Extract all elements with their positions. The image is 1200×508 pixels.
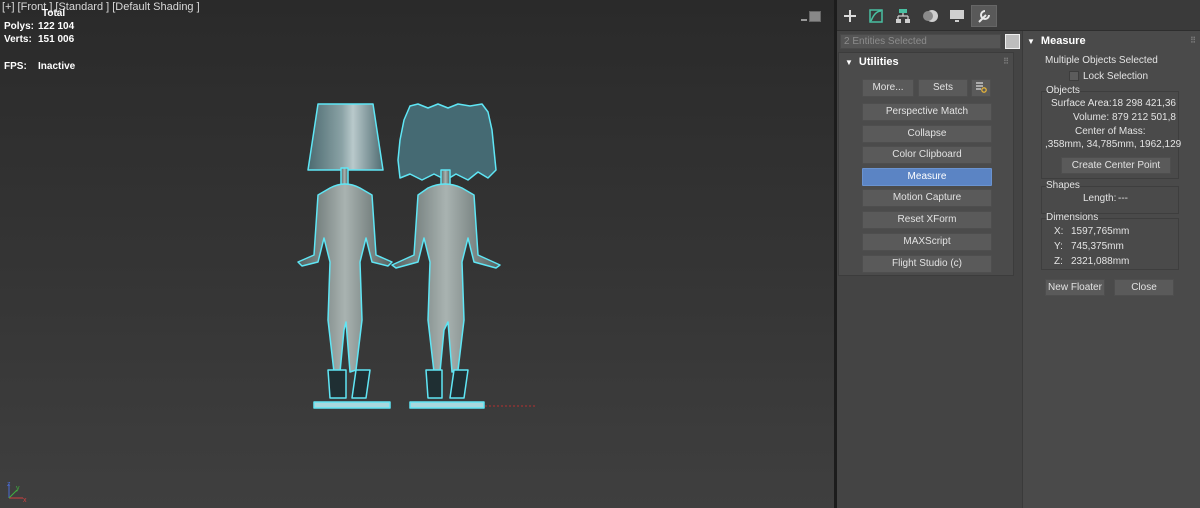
collapse-arrow-icon: ▼ bbox=[845, 58, 853, 67]
sets-button[interactable]: Sets bbox=[918, 79, 968, 97]
verts-label: Verts: bbox=[4, 34, 32, 45]
selection-name-field[interactable]: 2 Entities Selected bbox=[840, 34, 1001, 49]
selection-status: Multiple Objects Selected bbox=[1045, 55, 1158, 66]
tab-modify[interactable] bbox=[863, 5, 889, 27]
utility-flight-studio-button[interactable]: Flight Studio (c) bbox=[862, 255, 992, 273]
utility-color-clipboard-button[interactable]: Color Clipboard bbox=[862, 146, 992, 164]
figure-fluffy-shade-model[interactable] bbox=[391, 103, 501, 409]
gizmo-z-label: z bbox=[7, 481, 11, 488]
dim-z-value: 2321,088mm bbox=[1071, 256, 1130, 267]
more-button[interactable]: More... bbox=[862, 79, 914, 97]
utility-measure-button[interactable]: Measure bbox=[862, 168, 992, 186]
center-of-mass-value: ,358mm, 34,785mm, 1962,129 bbox=[1045, 139, 1182, 150]
object-color-swatch[interactable] bbox=[1005, 34, 1020, 49]
dim-x-value: 1597,765mm bbox=[1071, 226, 1130, 237]
objects-group-title: Objects bbox=[1046, 85, 1080, 96]
volume-label: Volume: bbox=[1073, 112, 1110, 123]
center-of-mass-label: Center of Mass: bbox=[1075, 126, 1146, 137]
viewport-maximize-button[interactable] bbox=[809, 11, 821, 22]
measure-rollout: ▼ Measure ⠿ Multiple Objects Selected Loc… bbox=[1022, 31, 1200, 508]
dim-z-label: Z: bbox=[1054, 256, 1063, 267]
polys-label: Polys: bbox=[4, 21, 35, 32]
axis-tripod-icon: x y z bbox=[7, 481, 27, 504]
viewport-shading-mode[interactable]: [Default Shading ] bbox=[112, 1, 199, 13]
utility-perspective-match-button[interactable]: Perspective Match bbox=[862, 103, 992, 121]
scene-canvas[interactable] bbox=[0, 0, 834, 508]
lock-selection-label[interactable]: Lock Selection bbox=[1083, 71, 1148, 82]
collapse-arrow-icon: ▼ bbox=[1027, 37, 1035, 46]
dim-y-value: 745,375mm bbox=[1071, 241, 1124, 252]
tab-hierarchy[interactable] bbox=[890, 5, 916, 27]
tab-motion[interactable] bbox=[918, 5, 944, 27]
tab-utilities[interactable] bbox=[971, 5, 997, 27]
polys-value: 122 104 bbox=[38, 21, 75, 32]
utilities-title: Utilities bbox=[858, 56, 899, 68]
create-icon bbox=[844, 10, 856, 22]
stats-total-label: Total bbox=[42, 8, 66, 19]
fps-label: FPS: bbox=[4, 61, 27, 72]
figure-lampshade-model[interactable] bbox=[297, 103, 393, 409]
hierarchy-icon bbox=[896, 9, 910, 23]
dim-y-label: Y: bbox=[1054, 241, 1063, 252]
new-floater-button[interactable]: New Floater bbox=[1045, 279, 1105, 296]
length-value: --- bbox=[1118, 193, 1128, 204]
surface-area-label: Surface Area: bbox=[1051, 98, 1112, 109]
utility-reset-xform-button[interactable]: Reset XForm bbox=[862, 211, 992, 229]
measure-title: Measure bbox=[1040, 35, 1086, 47]
utility-motion-capture-button[interactable]: Motion Capture bbox=[862, 189, 992, 207]
utilities-rollout-header[interactable]: ▼ Utilities ⠿ bbox=[839, 53, 1013, 71]
gizmo-x-label: x bbox=[23, 497, 27, 504]
utilities-rollout: ▼ Utilities ⠿ More... Sets Perspective Ma… bbox=[838, 52, 1014, 276]
tab-create[interactable] bbox=[837, 5, 863, 27]
close-button[interactable]: Close bbox=[1114, 279, 1174, 296]
shapes-group-title: Shapes bbox=[1046, 180, 1080, 191]
statistics-overlay: Total Polys: 122 104 Verts: 151 006 FPS: In… bbox=[4, 7, 75, 73]
length-label: Length: bbox=[1083, 193, 1117, 204]
dimensions-group-title: Dimensions bbox=[1046, 212, 1099, 223]
create-center-point-button[interactable]: Create Center Point bbox=[1061, 157, 1171, 174]
motion-icon bbox=[923, 10, 938, 22]
utility-maxscript-button[interactable]: MAXScript bbox=[862, 233, 992, 251]
gizmo-y-label: y bbox=[16, 485, 20, 492]
utility-collapse-button[interactable]: Collapse bbox=[862, 125, 992, 143]
verts-value: 151 006 bbox=[38, 34, 75, 45]
rollout-pin-icon: ⠿ bbox=[1003, 57, 1009, 66]
surface-area-value: 18 298 421,36 bbox=[1112, 98, 1176, 109]
dim-x-label: X: bbox=[1054, 226, 1064, 237]
utilities-icon bbox=[978, 10, 990, 23]
lock-selection-checkbox[interactable] bbox=[1069, 71, 1079, 81]
volume-value: 879 212 501,8 bbox=[1112, 112, 1176, 123]
minimize-icon bbox=[801, 19, 807, 21]
command-panel: 2 Entities Selected ▼ Utilities ⠿ More...… bbox=[837, 0, 1200, 508]
modify-icon bbox=[869, 9, 883, 23]
rollout-pin-icon: ⠿ bbox=[1190, 36, 1196, 45]
configure-sets-button[interactable] bbox=[971, 79, 991, 97]
front-viewport[interactable]: [+] [Front ] [Standard ] [Default Shading ]… bbox=[0, 0, 834, 508]
tab-display[interactable] bbox=[944, 5, 970, 27]
list-settings-icon bbox=[976, 82, 987, 93]
measure-rollout-header[interactable]: ▼ Measure ⠿ bbox=[1023, 32, 1200, 50]
display-icon bbox=[950, 10, 964, 22]
command-panel-tabs bbox=[837, 0, 1200, 31]
fps-value: Inactive bbox=[38, 61, 76, 72]
